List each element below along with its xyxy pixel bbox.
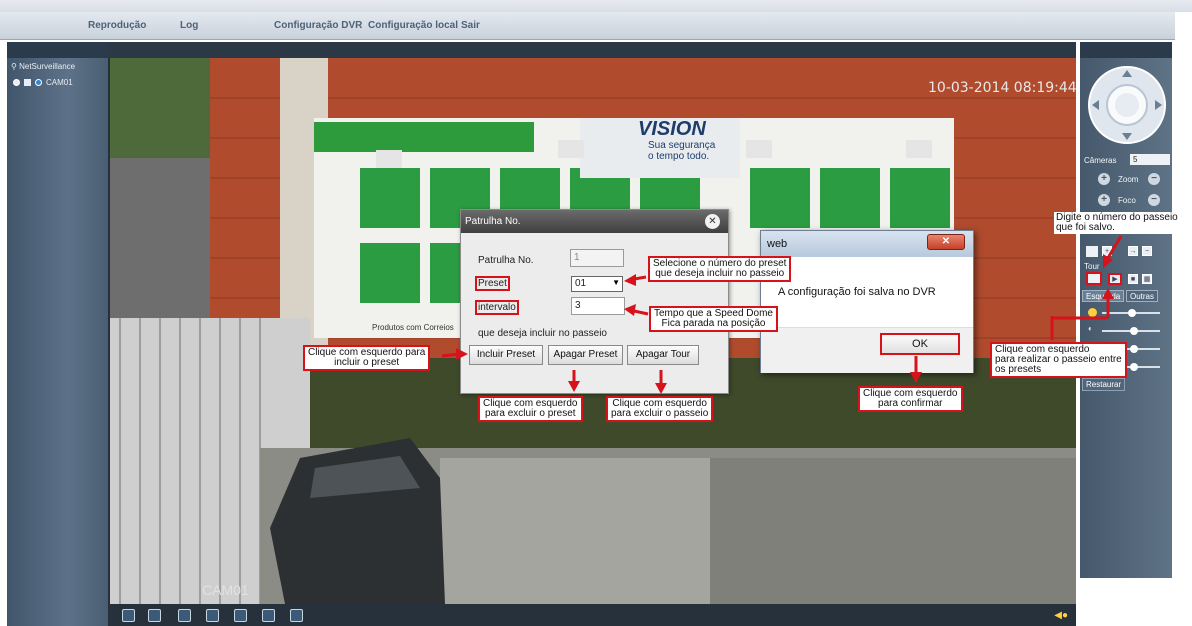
annotation-intervalo: Tempo que a Speed Dome Fica parada na po…	[649, 306, 778, 332]
ptz-header	[1080, 42, 1172, 58]
preset-add-button[interactable]: +	[1102, 246, 1112, 256]
annotation-realizar-line-3: os presets	[995, 364, 1042, 375]
panel-header	[7, 42, 108, 58]
preset-select-value: 01	[575, 278, 587, 289]
fullscreen-icon[interactable]	[122, 609, 135, 622]
apagar-preset-button[interactable]: Apagar Preset	[548, 345, 623, 365]
zoom-out-icon[interactable]: −	[1148, 173, 1160, 185]
playback-icon[interactable]	[262, 609, 275, 622]
tour-number-input[interactable]	[1086, 272, 1102, 285]
stop-record-icon[interactable]	[290, 609, 303, 622]
focus-in-icon[interactable]: +	[1098, 194, 1110, 206]
apagar-tour-button[interactable]: Apagar Tour	[627, 345, 699, 365]
preset-select[interactable]: 01 ▼	[571, 276, 623, 292]
patrulha-label: Patrulha No.	[478, 255, 534, 266]
top-menu-bar: Reprodução Log Configuração DVR Configur…	[0, 0, 1192, 40]
tour-play-button[interactable]: ▶	[1108, 273, 1122, 285]
ptz-direction-pad[interactable]	[1086, 64, 1168, 146]
ptz-control-panel: Câmeras 5 + Zoom − + Foco − + → − Tour ▶…	[1080, 42, 1172, 578]
sign-tagline-1: Sua segurança	[648, 140, 716, 151]
brightness-slider[interactable]	[1102, 309, 1160, 317]
record-view-icon[interactable]	[206, 609, 219, 622]
camera-tree-item[interactable]: CAM01	[13, 78, 73, 87]
preset-label: Preset	[475, 276, 510, 291]
close-icon[interactable]: ✕	[705, 214, 720, 229]
annotation-digite: Digite o número do passeio que foi salvo…	[1054, 212, 1180, 234]
annotation-apagar-preset: Clique com esquerdo para excluir o prese…	[478, 396, 583, 422]
menu-item-log[interactable]: Log	[180, 20, 198, 31]
tab-outras[interactable]: Outras	[1126, 290, 1159, 302]
tree-root-item[interactable]: ⚲ NetSurveillance	[11, 62, 75, 71]
annotation-incluir-line-2: incluir o preset	[334, 357, 400, 368]
quad-view-icon[interactable]	[178, 609, 191, 622]
brightness-icon	[1088, 308, 1097, 317]
preset-number-input[interactable]	[1086, 246, 1098, 257]
incluir-preset-button[interactable]: Incluir Preset	[469, 345, 543, 365]
sign-tagline-2: o tempo todo.	[648, 151, 710, 162]
annotation-preset: Selecione o número do preset que deseja …	[648, 256, 792, 282]
contrast-icon: ◐	[1088, 324, 1093, 333]
menu-item-configuracao-local[interactable]: Configuração local	[368, 20, 458, 31]
speaker-icon[interactable]: ◀●	[1054, 610, 1068, 621]
zoom-in-icon[interactable]: +	[1098, 173, 1110, 185]
annotation-preset-line-2: que deseja incluir no passeio	[655, 268, 785, 279]
menu-item-sair[interactable]: Sair	[461, 20, 480, 31]
close-icon[interactable]: ✕	[927, 234, 965, 250]
annotation-apagar-tour-line-2: para excluir o passeio	[611, 408, 709, 419]
patrulha-dialog: Patrulha No. ✕ Patrulha No. 1 Preset 01 ▼…	[460, 209, 729, 394]
tour-stop-button[interactable]: ■	[1128, 274, 1138, 284]
single-view-icon[interactable]	[148, 609, 161, 622]
patrulha-dialog-title: Patrulha No.	[461, 210, 728, 233]
network-icon: ⚲	[11, 62, 17, 71]
patrulha-number-field[interactable]: 1	[570, 249, 624, 267]
annotation-intervalo-line-2: Fica parada na posição	[661, 318, 766, 329]
intervalo-field[interactable]: 3	[571, 297, 625, 315]
tour-grid-button[interactable]: ▦	[1142, 274, 1152, 284]
restaurar-button[interactable]: Restaurar	[1082, 378, 1126, 391]
video-header	[108, 42, 1076, 58]
menu-item-reproducao[interactable]: Reprodução	[88, 20, 146, 31]
video-timestamp: 10-03-2014 08:19:44	[928, 80, 1076, 96]
video-toolbar: ◀●	[108, 604, 1076, 626]
chevron-down-icon: ▼	[612, 278, 620, 287]
preset-goto-button[interactable]: →	[1128, 246, 1138, 256]
camera-label: CAM01	[46, 78, 73, 87]
sign-brand-text: VISION	[638, 118, 706, 140]
zoom-label: Zoom	[1118, 175, 1139, 184]
video-camera-overlay: CAM01	[202, 582, 249, 598]
camera-status-icon	[35, 79, 42, 86]
cameras-label: Câmeras	[1084, 156, 1117, 165]
intervalo-label: intervalo	[475, 300, 519, 315]
annotation-ok-line-2: para confirmar	[878, 398, 943, 409]
main-menu: Reprodução Log Configuração DVR Configur…	[0, 12, 1175, 40]
contrast-slider[interactable]	[1102, 327, 1160, 335]
ok-button[interactable]: OK	[880, 333, 960, 355]
annotation-apagar-preset-line-2: para excluir o preset	[484, 408, 576, 419]
focus-out-icon[interactable]: −	[1148, 194, 1160, 206]
browser-strip	[0, 0, 1192, 12]
focus-label: Foco	[1118, 196, 1136, 205]
web-dialog-message: A configuração foi salva no DVR	[778, 286, 936, 298]
cameras-select[interactable]: 5	[1130, 154, 1170, 165]
snapshot-icon[interactable]	[234, 609, 247, 622]
incluir-caption: que deseja incluir no passeio	[478, 328, 607, 339]
preset-remove-button[interactable]: −	[1142, 246, 1152, 256]
annotation-incluir: Clique com esquerdo para incluir o prese…	[303, 345, 431, 371]
annotation-ok: Clique com esquerdo para confirmar	[858, 386, 963, 412]
tree-root-label: NetSurveillance	[19, 62, 76, 71]
annotation-apagar-tour: Clique com esquerdo para excluir o passe…	[606, 396, 714, 422]
tour-label: Tour	[1084, 262, 1100, 271]
device-tree-panel: ⚲ NetSurveillance CAM01	[7, 42, 108, 626]
annotation-digite-line-2: que foi salvo.	[1056, 222, 1115, 233]
menu-item-configuracao-dvr[interactable]: Configuração DVR	[274, 20, 362, 31]
annotation-realizar: Clique com esquerdo para realizar o pass…	[990, 342, 1127, 378]
stop-icon	[24, 79, 31, 86]
tab-esquerda[interactable]: Esquerda	[1082, 290, 1125, 302]
record-icon	[13, 79, 20, 86]
sign-footer-text: Produtos com Correios	[372, 323, 454, 332]
